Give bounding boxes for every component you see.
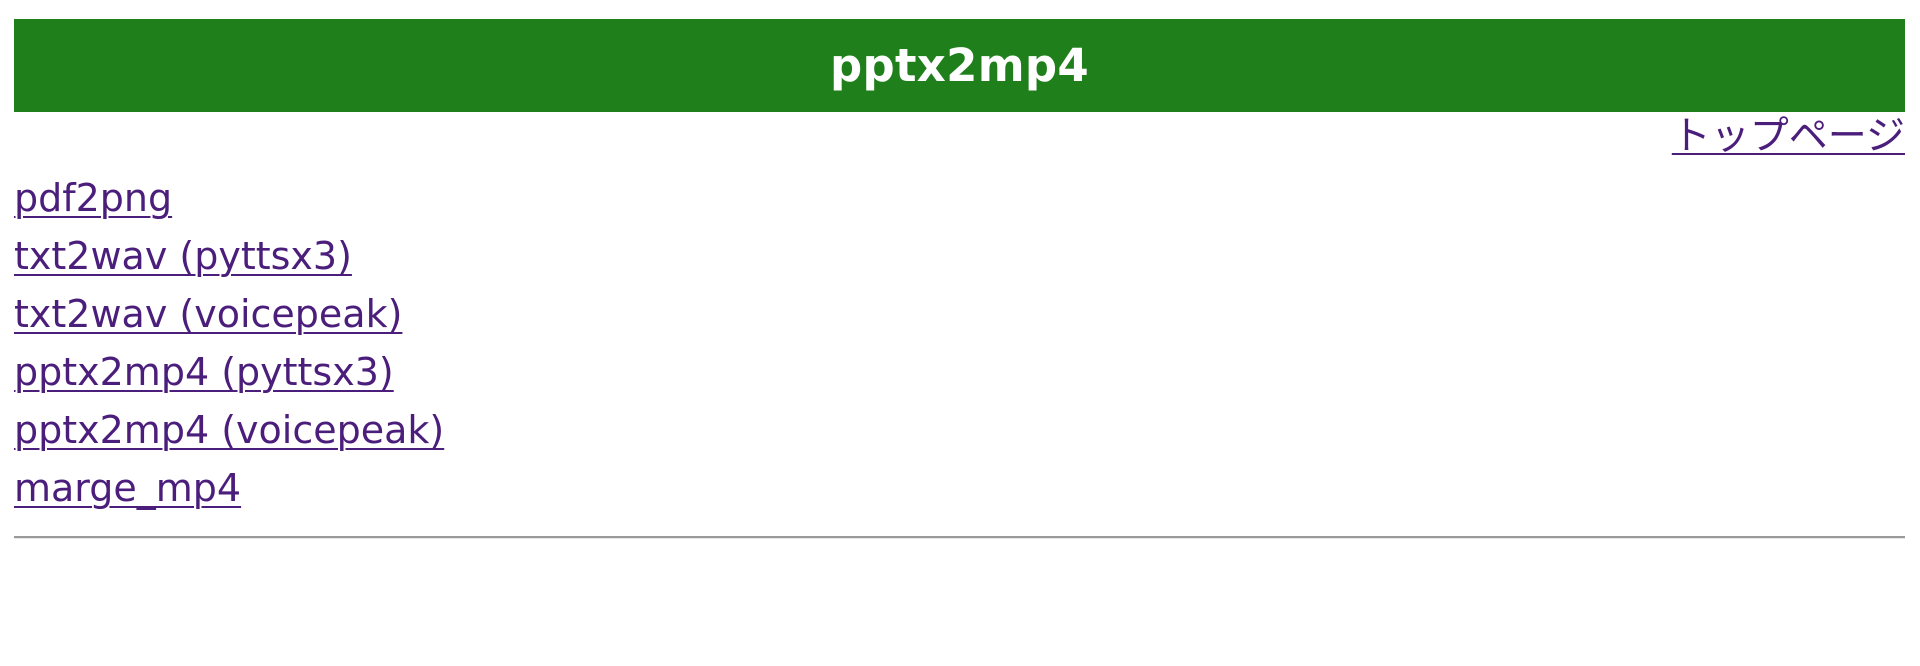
header-bar: pptx2mp4: [14, 19, 1905, 112]
list-item: pptx2mp4 (voicepeak): [14, 404, 444, 462]
list-item: txt2wav (voicepeak): [14, 288, 444, 346]
horizontal-divider: [14, 536, 1905, 539]
link-pptx2mp4-voicepeak[interactable]: pptx2mp4 (voicepeak): [14, 408, 444, 452]
link-txt2wav-pyttsx3[interactable]: txt2wav (pyttsx3): [14, 234, 352, 278]
list-item: pdf2png: [14, 172, 444, 230]
link-pdf2png[interactable]: pdf2png: [14, 176, 172, 220]
top-page-link[interactable]: トップページ: [1672, 112, 1905, 162]
link-marge-mp4[interactable]: marge_mp4: [14, 466, 241, 510]
link-pptx2mp4-pyttsx3[interactable]: pptx2mp4 (pyttsx3): [14, 350, 394, 394]
list-item: txt2wav (pyttsx3): [14, 230, 444, 288]
tool-link-list: pdf2png txt2wav (pyttsx3) txt2wav (voice…: [14, 172, 444, 520]
link-txt2wav-voicepeak[interactable]: txt2wav (voicepeak): [14, 292, 402, 336]
page: pptx2mp4 トップページ pdf2png txt2wav (pyttsx3…: [0, 0, 1920, 666]
page-title: pptx2mp4: [829, 39, 1090, 92]
list-item: pptx2mp4 (pyttsx3): [14, 346, 444, 404]
list-item: marge_mp4: [14, 462, 444, 520]
